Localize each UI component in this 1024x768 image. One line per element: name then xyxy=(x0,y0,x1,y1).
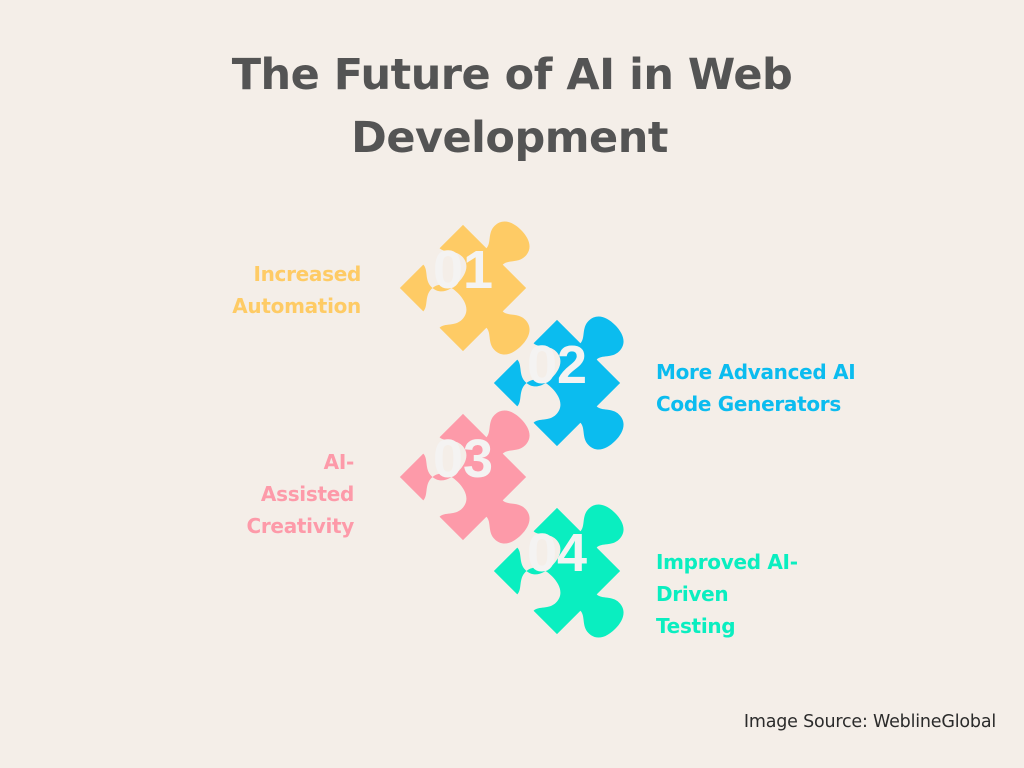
step-label-line: Driven xyxy=(656,582,729,606)
step-label-line: Improved AI- xyxy=(656,550,798,574)
image-source-credit: Image Source: WeblineGlobal xyxy=(743,712,996,732)
step-label-line: Automation xyxy=(232,294,361,318)
step-label-line: More Advanced AI xyxy=(656,360,856,384)
step-label-line: Testing xyxy=(656,614,736,638)
step-label-line: Creativity xyxy=(246,514,354,538)
step-label-01: Increased Automation xyxy=(232,258,361,322)
step-number: 02 xyxy=(527,335,587,395)
step-number: 03 xyxy=(433,429,493,489)
step-number: 01 xyxy=(433,240,493,300)
step-label-04: Improved AI- Driven Testing xyxy=(656,546,798,642)
step-label-line: AI- xyxy=(323,450,355,474)
step-label-line: Assisted xyxy=(260,482,354,506)
step-label-line: Increased xyxy=(253,262,361,286)
step-number: 04 xyxy=(527,523,587,583)
step-label-02: More Advanced AI Code Generators xyxy=(656,356,856,420)
puzzle-diagram: 01 03 02 04 xyxy=(399,198,674,661)
step-label-line: Code Generators xyxy=(656,392,841,416)
step-label-03: AI- Assisted Creativity xyxy=(246,446,354,542)
